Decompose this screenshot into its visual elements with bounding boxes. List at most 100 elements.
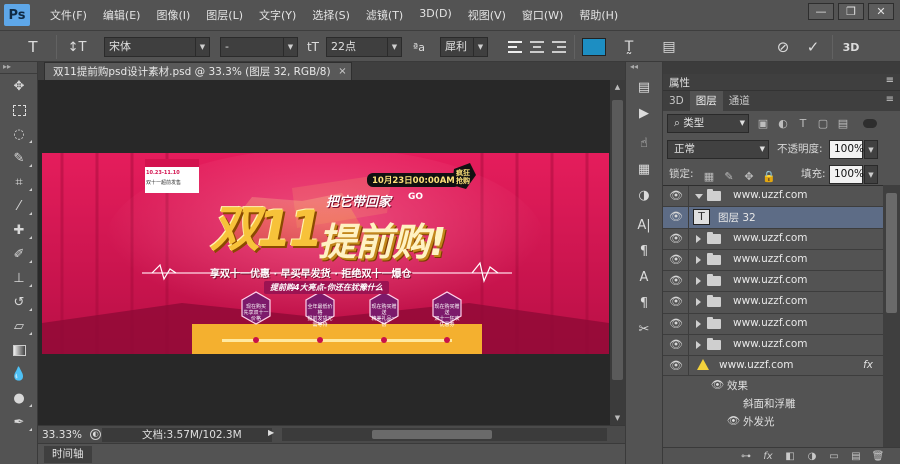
expand-triangle-icon[interactable] — [696, 341, 701, 350]
effect-bevel-emboss[interactable]: 斜面和浮雕 — [743, 396, 796, 411]
close-tab-icon[interactable]: × — [338, 63, 346, 81]
character-panel-icon[interactable]: ▤ — [658, 36, 680, 58]
healing-brush-tool-icon[interactable]: ✚ — [0, 218, 38, 242]
canvas-vertical-scrollbar[interactable]: ▲ ▼ — [610, 80, 625, 425]
chevron-down-icon[interactable]: ▼ — [864, 140, 878, 159]
layer-row-fx[interactable]: 👁 www.uzzf.com fx — [663, 356, 883, 377]
layers-scrollbar[interactable] — [883, 185, 900, 447]
lock-pixels-icon[interactable]: ✎ — [721, 168, 737, 184]
panel-menu-icon[interactable]: ≡ — [886, 94, 894, 105]
eraser-tool-icon[interactable]: ▱ — [0, 314, 38, 338]
visibility-eye-icon[interactable]: 👁 — [669, 253, 683, 266]
paragraph-panel-icon[interactable]: ¶ — [626, 238, 662, 264]
align-right-icon[interactable] — [548, 36, 570, 58]
effect-outer-glow[interactable]: 外发光 — [743, 414, 775, 429]
history-panel-icon[interactable]: ▤ — [626, 74, 662, 100]
visibility-eye-icon[interactable]: 👁 — [669, 190, 683, 202]
font-size-select[interactable]: 22点 ▼ — [326, 37, 402, 57]
properties-panel-icon[interactable]: ☝ — [626, 130, 662, 156]
font-family-select[interactable]: 宋体 ▼ — [104, 37, 210, 57]
visibility-eye-icon[interactable]: 👁 — [669, 360, 683, 372]
lock-position-icon[interactable]: ✥ — [741, 168, 757, 184]
banner-artwork[interactable]: 10.23-11.10 双十一超前发售 10月23日00:00AM 疯狂抢购 双… — [42, 153, 609, 354]
menu-select[interactable]: 选择(S) — [304, 7, 358, 23]
effects-eye-icon[interactable]: 👁 — [711, 378, 724, 391]
scroll-down-icon[interactable]: ▼ — [610, 411, 625, 425]
expand-triangle-icon[interactable] — [696, 319, 701, 328]
quick-selection-tool-icon[interactable]: ✎ — [0, 146, 38, 170]
expand-triangle-icon[interactable] — [696, 277, 701, 286]
lock-transparent-icon[interactable]: ▦ — [701, 168, 717, 184]
tab-layers[interactable]: 图层 — [689, 91, 723, 111]
crop-tool-icon[interactable]: ⌗ — [0, 170, 38, 194]
clone-stamp-tool-icon[interactable]: ⊥ — [0, 266, 38, 290]
layer-row[interactable]: 👁 www.uzzf.com — [663, 249, 883, 272]
visibility-eye-icon[interactable]: 👁 — [669, 275, 683, 287]
mask-icon[interactable]: ◧ — [782, 448, 798, 464]
font-style-select[interactable]: - ▼ — [220, 37, 298, 57]
adjustments-panel-icon[interactable]: ◑ — [626, 182, 662, 208]
expand-triangle-icon[interactable] — [696, 255, 701, 264]
expand-triangle-icon[interactable] — [695, 194, 703, 199]
tab-3d[interactable]: 3D — [663, 91, 690, 111]
visibility-eye-icon[interactable]: 👁 — [669, 317, 683, 330]
move-tool-icon[interactable]: ✥ — [0, 74, 38, 98]
menu-type[interactable]: 文字(Y) — [251, 7, 304, 23]
commit-icon[interactable]: ✓ — [802, 36, 824, 58]
pen-tool-icon[interactable]: ✒ — [0, 410, 38, 434]
align-center-icon[interactable] — [526, 36, 548, 58]
actions-panel-icon[interactable]: ▶ — [626, 100, 662, 126]
text-orientation-icon[interactable]: ↕T — [66, 36, 88, 58]
info-icon[interactable]: ◐ — [90, 429, 101, 440]
status-menu-arrow-icon[interactable]: ▶ — [268, 428, 274, 437]
filter-adjustment-icon[interactable]: ◐ — [775, 115, 791, 131]
visibility-eye-icon[interactable]: 👁 — [669, 232, 683, 245]
layer-row-selected[interactable]: 👁 T 图层 32 — [663, 207, 883, 229]
3d-button[interactable]: 3D — [840, 36, 862, 58]
align-left-icon[interactable] — [504, 36, 526, 58]
text-color-swatch[interactable] — [582, 38, 606, 56]
zoom-level[interactable]: 33.33% — [42, 428, 86, 442]
history-brush-tool-icon[interactable]: ↺ — [0, 290, 38, 314]
group-icon[interactable]: ▭ — [826, 448, 842, 464]
fx-icon[interactable]: fx — [863, 359, 873, 371]
cancel-icon[interactable]: ⊘ — [772, 36, 794, 58]
toolbar-grip[interactable]: ▸▸ — [0, 62, 37, 74]
menu-edit[interactable]: 编辑(E) — [95, 7, 149, 23]
layer-row[interactable]: 👁 www.uzzf.com — [663, 292, 883, 314]
restore-button[interactable]: ❐ — [838, 3, 864, 20]
link-icon[interactable]: ⊶ — [738, 448, 754, 464]
lock-all-icon[interactable]: 🔒 — [761, 168, 777, 184]
tab-timeline[interactable]: 时间轴 — [44, 446, 92, 463]
canvas-horizontal-scrollbar[interactable] — [282, 428, 607, 441]
filter-type-icon[interactable]: T — [795, 115, 811, 131]
expand-triangle-icon[interactable] — [696, 234, 701, 243]
menu-layer[interactable]: 图层(L) — [198, 7, 251, 23]
marquee-tool-icon[interactable] — [0, 98, 38, 122]
menu-help[interactable]: 帮助(H) — [571, 7, 626, 23]
opacity-field[interactable]: 100% — [829, 140, 864, 159]
scroll-up-icon[interactable]: ▲ — [610, 80, 625, 94]
scroll-thumb[interactable] — [372, 430, 492, 439]
new-layer-icon[interactable]: ▤ — [848, 448, 864, 464]
paragraph-styles-panel-icon[interactable]: ¶ — [626, 290, 662, 316]
menu-file[interactable]: 文件(F) — [42, 7, 95, 23]
glyphs-panel-icon[interactable]: A — [626, 264, 662, 290]
character-panel-icon[interactable]: A| — [626, 212, 662, 238]
layer-row[interactable]: 👁 www.uzzf.com — [663, 228, 883, 250]
panel-grip[interactable] — [663, 62, 900, 74]
brush-tool-icon[interactable]: ✐ — [0, 242, 38, 266]
strip-grip[interactable]: ◂◂ — [626, 62, 662, 74]
chevron-down-icon[interactable]: ▼ — [864, 165, 878, 184]
menu-filter[interactable]: 滤镜(T) — [358, 7, 411, 23]
fx-icon[interactable]: fx — [760, 448, 776, 464]
menu-3d[interactable]: 3D(D) — [411, 7, 460, 23]
layer-row[interactable]: 👁 www.uzzf.com — [663, 335, 883, 357]
dodge-tool-icon[interactable]: ● — [0, 386, 38, 410]
filter-shape-icon[interactable]: ▢ — [815, 115, 831, 131]
visibility-eye-icon[interactable]: 👁 — [669, 296, 683, 308]
eyedropper-tool-icon[interactable]: ⁄ — [0, 194, 38, 218]
visibility-eye-icon[interactable]: 👁 — [669, 339, 683, 351]
tools-preset-panel-icon[interactable]: ✂ — [626, 316, 662, 342]
fill-field[interactable]: 100% — [829, 165, 864, 184]
